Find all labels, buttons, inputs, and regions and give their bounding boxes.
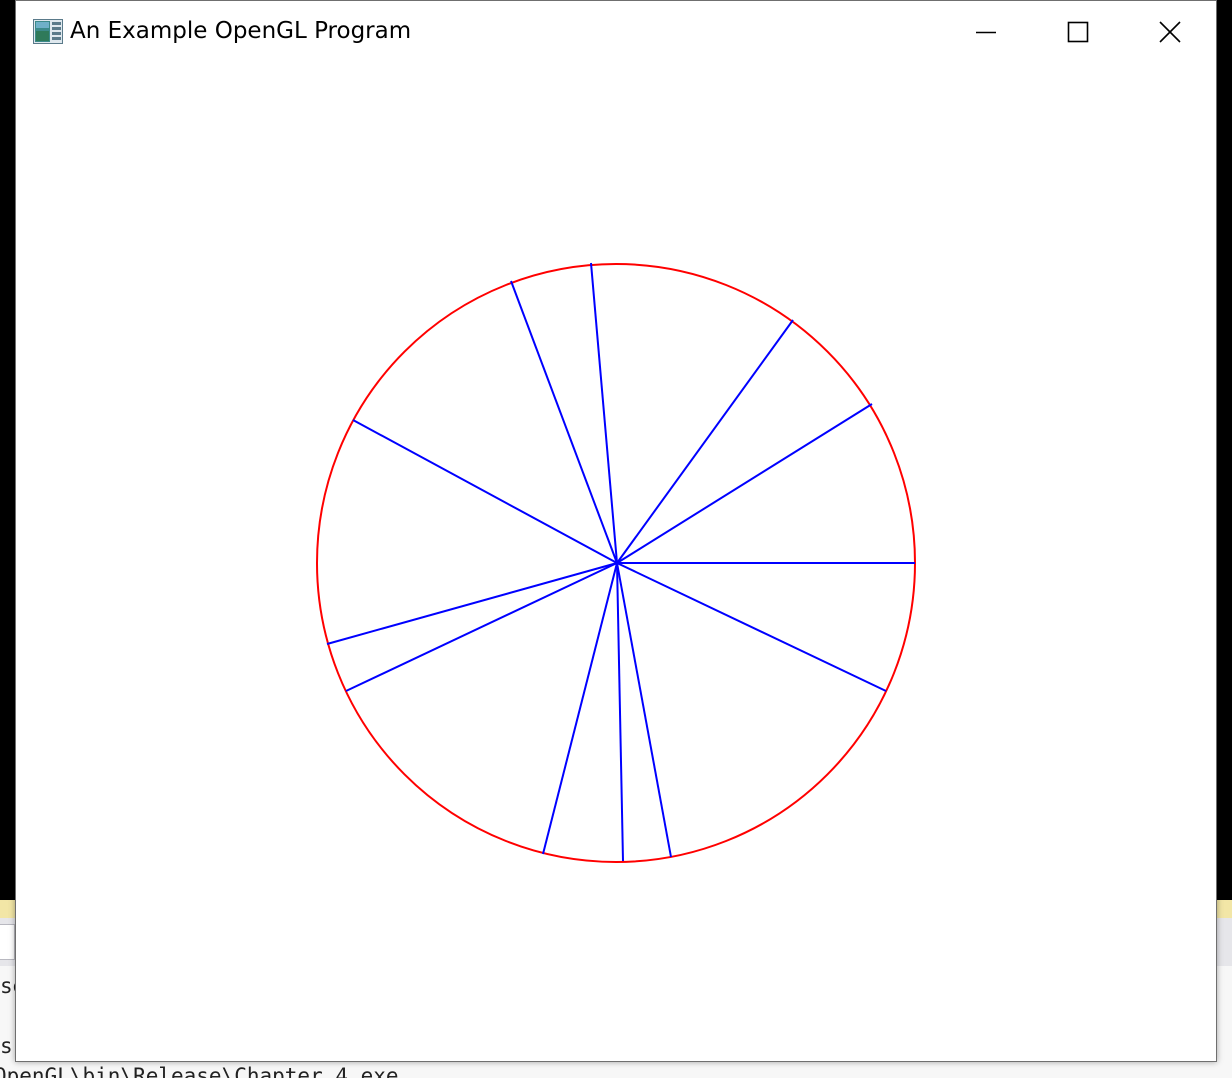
minimize-icon — [976, 31, 996, 34]
desktop: se sr OpenGL\bin\Release\Chapter_4.exe A… — [0, 0, 1232, 1078]
window-title: An Example OpenGL Program — [70, 18, 412, 44]
close-icon — [1159, 21, 1181, 43]
close-button[interactable] — [1124, 1, 1216, 63]
maximize-button[interactable] — [1032, 1, 1124, 63]
maximize-icon — [1067, 21, 1089, 43]
title-bar[interactable]: An Example OpenGL Program — [16, 1, 1216, 63]
opengl-client-area[interactable] — [16, 63, 1216, 1061]
minimize-button[interactable] — [940, 1, 1032, 63]
opengl-canvas — [16, 63, 1216, 1061]
background-toolbar-field — [0, 924, 15, 960]
application-icon — [33, 19, 63, 44]
opengl-window: An Example OpenGL Program — [15, 0, 1217, 1062]
console-line: OpenGL\bin\Release\Chapter_4.exe — [0, 1064, 399, 1078]
